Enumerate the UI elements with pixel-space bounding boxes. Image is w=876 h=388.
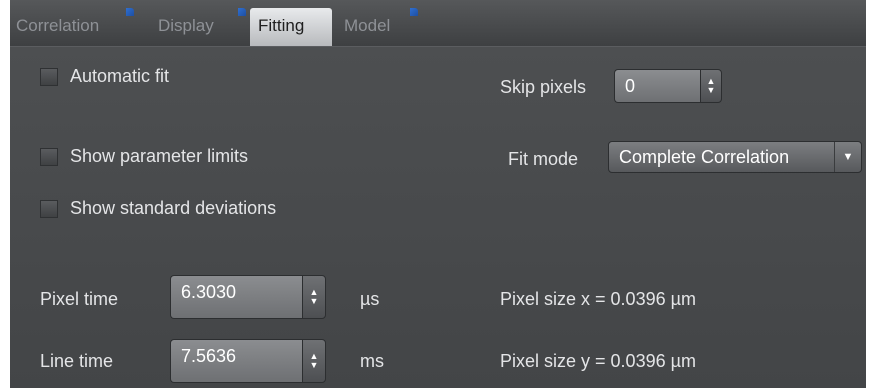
pixel-time-stepper[interactable]: ▲ ▼ [302, 275, 326, 319]
spin-down-icon[interactable]: ▼ [310, 297, 319, 306]
line-time-unit: ms [360, 351, 384, 371]
fitting-window: Correlation Display Fitting Model Automa… [10, 0, 866, 388]
pixel-time-spinbox: 6.3030 ▲ ▼ [170, 275, 326, 319]
spin-down-icon[interactable]: ▼ [707, 86, 716, 95]
show-parameter-limits-row: Show parameter limits [40, 146, 248, 167]
line-time-stepper[interactable]: ▲ ▼ [302, 339, 326, 383]
fit-mode-label: Fit mode [508, 149, 579, 169]
line-time-spinbox: 7.5636 ▲ ▼ [170, 339, 326, 383]
pixel-size-x-readout: Pixel size x = 0.0396 µm [500, 289, 696, 309]
pixel-size-y-readout: Pixel size y = 0.0396 µm [500, 351, 696, 371]
skip-pixels-input[interactable]: 0 [614, 69, 700, 103]
automatic-fit-label: Automatic fit [70, 66, 170, 86]
tab-fitting-label: Fitting [258, 16, 305, 35]
skip-pixels-label: Skip pixels [500, 77, 587, 97]
tab-display[interactable]: Display [152, 8, 246, 46]
tab-correlation-label: Correlation [16, 16, 100, 35]
chevron-down-icon[interactable]: ▼ [834, 142, 861, 172]
tab-model-label: Model [344, 16, 391, 35]
show-standard-deviations-label: Show standard deviations [70, 198, 277, 218]
tab-corner-marker [238, 8, 246, 16]
fit-mode-select[interactable]: Complete Correlation ▼ [608, 141, 862, 173]
pixel-time-label: Pixel time [40, 289, 119, 309]
skip-pixels-stepper[interactable]: ▲ ▼ [700, 69, 722, 103]
automatic-fit-checkbox[interactable] [40, 67, 58, 86]
tab-bar: Correlation Display Fitting Model [10, 0, 866, 46]
show-standard-deviations-row: Show standard deviations [40, 198, 276, 219]
pixel-time-input[interactable]: 6.3030 [170, 275, 302, 319]
tab-corner-marker [410, 8, 418, 16]
show-parameter-limits-label: Show parameter limits [70, 146, 249, 166]
tab-model[interactable]: Model [338, 8, 418, 46]
show-parameter-limits-checkbox[interactable] [40, 147, 58, 166]
line-time-label: Line time [40, 351, 114, 371]
automatic-fit-row: Automatic fit [40, 66, 169, 87]
show-standard-deviations-checkbox[interactable] [40, 199, 58, 218]
line-time-input[interactable]: 7.5636 [170, 339, 302, 383]
fit-mode-value: Complete Correlation [619, 146, 790, 167]
skip-pixels-spinbox: 0 ▲ ▼ [614, 69, 722, 103]
tab-display-label: Display [158, 16, 214, 35]
fitting-panel: Automatic fit Show parameter limits Show… [10, 46, 866, 388]
pixel-time-unit: µs [360, 289, 380, 309]
tab-correlation[interactable]: Correlation [10, 8, 134, 46]
tab-corner-marker [126, 8, 134, 16]
tab-fitting[interactable]: Fitting [250, 8, 332, 46]
spin-down-icon[interactable]: ▼ [310, 361, 319, 370]
